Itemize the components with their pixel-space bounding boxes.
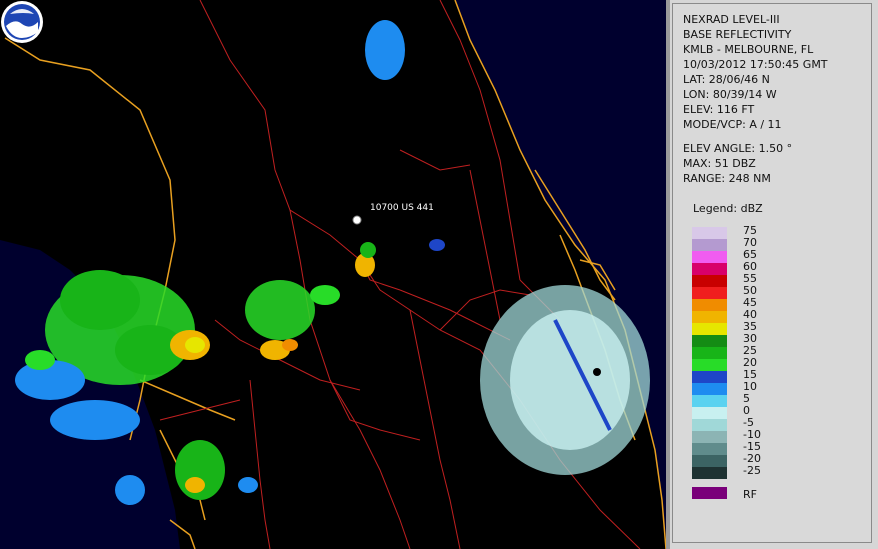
datetime-text: 10/03/2012 17:50:45 GMT: [683, 58, 828, 71]
legend-swatch: [692, 227, 727, 239]
precipitation-east: [480, 285, 650, 475]
legend-swatch: [692, 239, 727, 251]
legend-swatch: [692, 311, 727, 323]
radar-map[interactable]: 10700 US 441: [0, 0, 666, 549]
lon-text: LON: 80/39/14 W: [683, 88, 777, 101]
legend-swatch: [692, 347, 727, 359]
legend-swatch: [692, 287, 727, 299]
legend-swatch: [692, 419, 727, 431]
location-marker-icon[interactable]: [352, 215, 362, 225]
legend-swatch: [692, 299, 727, 311]
elev-angle-text: ELEV ANGLE: 1.50 °: [683, 142, 793, 155]
mode-text: MODE/VCP: A / 11: [683, 118, 782, 131]
lat-text: LAT: 28/06/46 N: [683, 73, 770, 86]
legend-swatch: [692, 407, 727, 419]
legend-swatch: [692, 431, 727, 443]
location-marker-label: 10700 US 441: [370, 203, 434, 213]
product-text: NEXRAD LEVEL-III: [683, 13, 780, 26]
max-text: MAX: 51 DBZ: [683, 157, 756, 170]
legend-swatch: [692, 371, 727, 383]
legend-swatch: [692, 395, 727, 407]
legend-swatch: [692, 455, 727, 467]
legend-swatch: [692, 275, 727, 287]
legend-label: -25: [743, 464, 761, 477]
map-canvas: [0, 0, 666, 549]
info-box: NEXRAD LEVEL-III BASE REFLECTIVITY KMLB …: [672, 3, 872, 543]
range-text: RANGE: 248 NM: [683, 172, 771, 185]
legend-swatch: [692, 251, 727, 263]
legend-swatch: [692, 467, 727, 479]
legend-swatch: [692, 359, 727, 371]
legend-swatch: [692, 443, 727, 455]
elev-text: ELEV: 116 FT: [683, 103, 755, 116]
rf-label: RF: [743, 488, 757, 501]
station-text: KMLB - MELBOURNE, FL: [683, 43, 814, 56]
legend-swatch: [692, 263, 727, 275]
type-text: BASE REFLECTIVITY: [683, 28, 792, 41]
rf-swatch: [692, 487, 727, 499]
legend-swatch: [692, 383, 727, 395]
legend-title: Legend: dBZ: [693, 202, 763, 215]
noaa-logo-icon: [1, 1, 43, 43]
legend-swatch: [692, 323, 727, 335]
legend-swatch: [692, 335, 727, 347]
